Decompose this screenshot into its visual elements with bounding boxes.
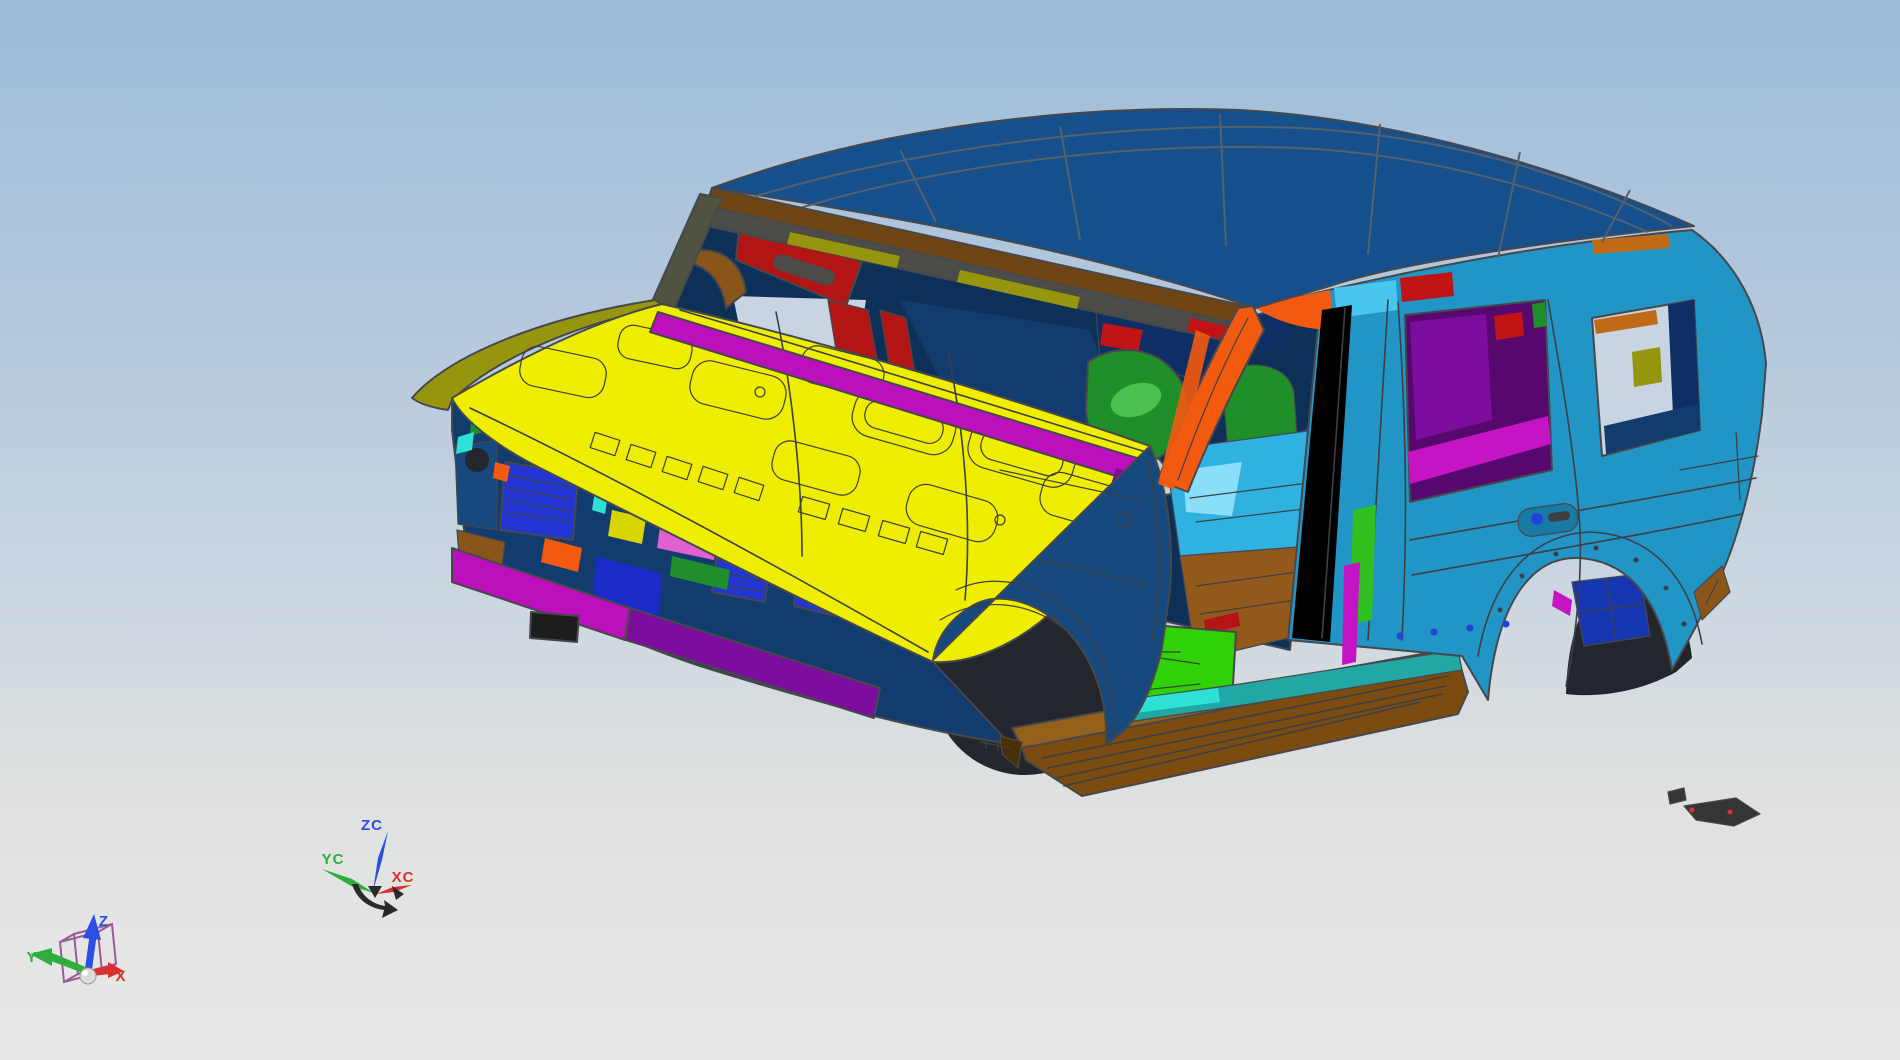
cad-viewport[interactable]: ZC YC XC Z Y X	[0, 0, 1900, 1060]
wcs-triad[interactable]: ZC YC XC	[322, 817, 415, 918]
wcs-x-label: XC	[392, 869, 415, 886]
rear-door-window	[1404, 299, 1553, 503]
view-triad[interactable]: Z Y X	[26, 913, 126, 985]
body-side-panel[interactable]	[1253, 229, 1767, 701]
wcs-y-label: YC	[322, 851, 345, 868]
view-y-arrow[interactable]	[30, 948, 88, 974]
quarter-window	[1591, 299, 1701, 457]
wcs-z-label: ZC	[361, 817, 383, 834]
car-model[interactable]	[411, 108, 1767, 827]
wcs-rotate-handles[interactable]	[352, 884, 404, 918]
view-origin-sphere[interactable]	[79, 967, 97, 985]
wcs-y-arrow[interactable]	[322, 869, 374, 893]
view-y-label: Y	[26, 949, 37, 966]
view-z-label: Z	[99, 913, 109, 930]
view-x-label: X	[115, 968, 126, 985]
sphere-highlight	[82, 970, 88, 976]
loose-bracket-parts[interactable]	[1667, 787, 1761, 827]
wcs-z-arrow[interactable]	[373, 831, 388, 891]
